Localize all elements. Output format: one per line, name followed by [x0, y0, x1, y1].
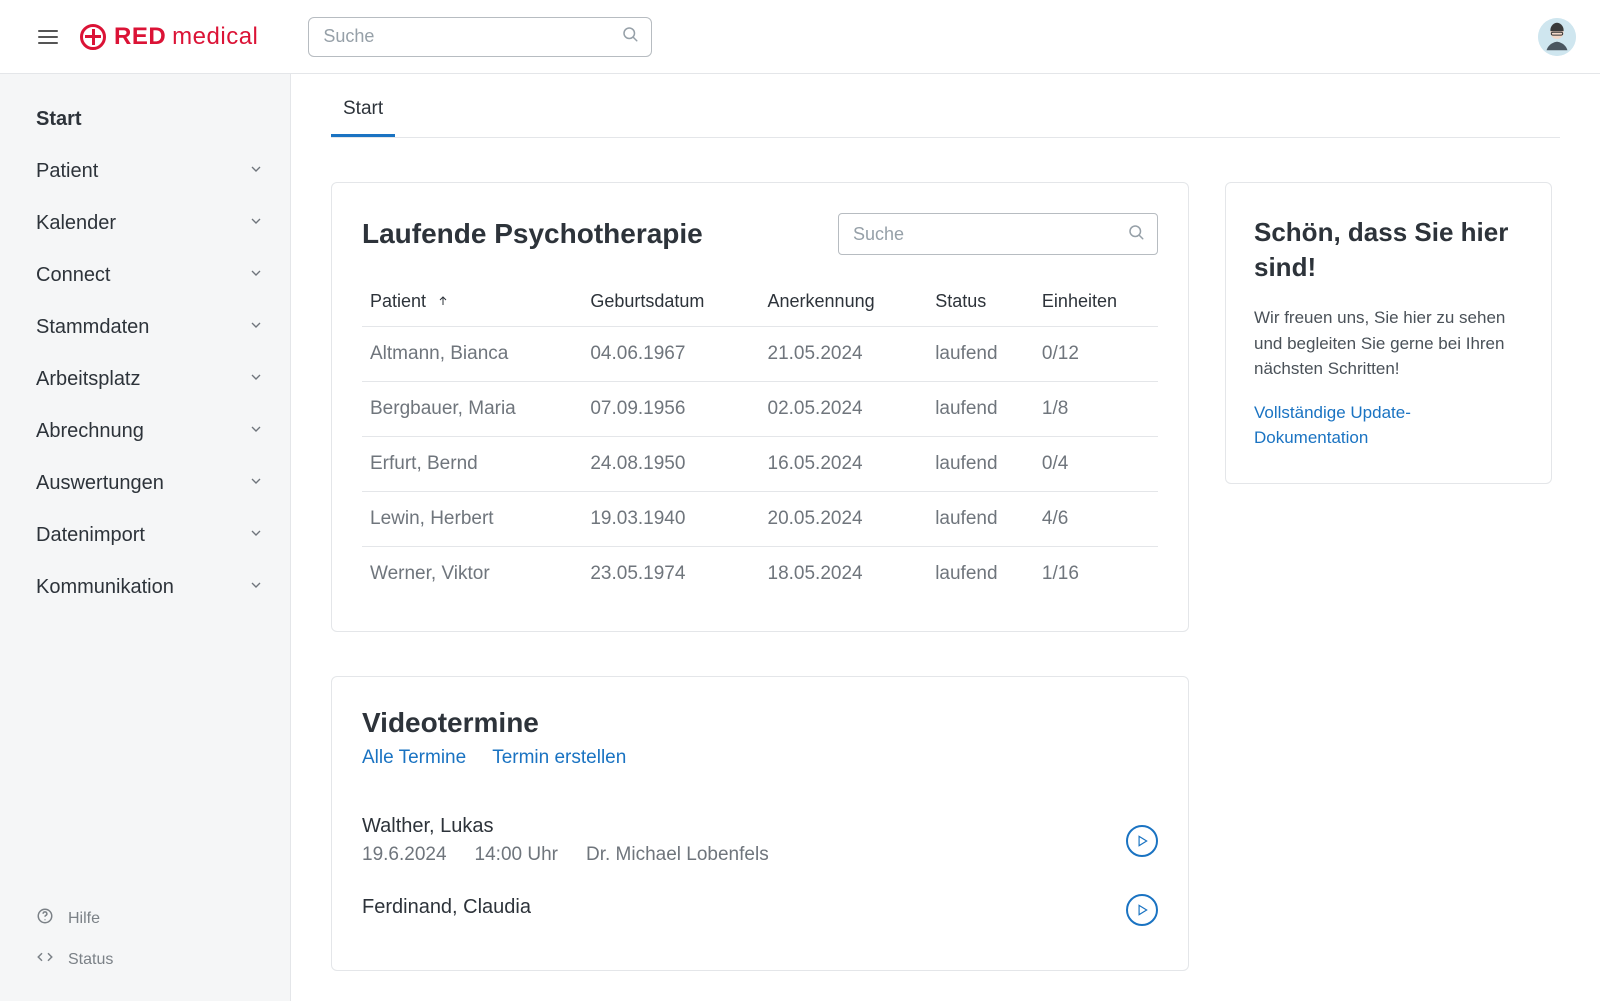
sidebar-item-label: Start [36, 108, 82, 131]
table-row[interactable]: Werner, Viktor 23.05.1974 18.05.2024 lau… [362, 547, 1158, 602]
col-units[interactable]: Einheiten [1034, 277, 1158, 327]
menu-toggle-button[interactable] [32, 24, 64, 50]
col-birth[interactable]: Geburtsdatum [582, 277, 759, 327]
chevron-down-icon [248, 472, 264, 495]
welcome-body: Wir freuen uns, Sie hier zu sehen und be… [1254, 305, 1523, 382]
therapy-table: Patient Geburtsdatum Anerkennung Status … [362, 277, 1158, 601]
brand-mark-icon [80, 24, 106, 50]
therapy-search-input[interactable] [851, 223, 1127, 246]
video-link-create[interactable]: Termin erstellen [492, 747, 626, 769]
sidebar-nav: Start Patient Kalender Connect Stammdate… [0, 74, 291, 1001]
search-icon [621, 25, 639, 48]
sidebar-item-label: Stammdaten [36, 316, 149, 339]
therapy-title: Laufende Psychotherapie [362, 218, 703, 250]
appointment-date: 19.6.2024 [362, 844, 447, 866]
col-patient[interactable]: Patient [362, 277, 582, 327]
video-link-all[interactable]: Alle Termine [362, 747, 466, 769]
global-search[interactable] [308, 17, 652, 57]
tab-start[interactable]: Start [331, 74, 395, 137]
brand-red: RED [114, 23, 166, 51]
chevron-down-icon [248, 576, 264, 599]
tabbar: Start [331, 74, 1560, 138]
sidebar-item-label: Connect [36, 264, 111, 287]
start-video-button[interactable] [1126, 894, 1158, 926]
chevron-down-icon [248, 420, 264, 443]
table-row[interactable]: Erfurt, Bernd 24.08.1950 16.05.2024 lauf… [362, 437, 1158, 492]
brand-medical: medical [172, 23, 258, 51]
welcome-panel: Schön, dass Sie hier sind! Wir freuen un… [1225, 182, 1552, 484]
chevron-down-icon [248, 160, 264, 183]
appointment-name: Walther, Lukas [362, 815, 769, 838]
therapy-card: Laufende Psychotherapie [331, 182, 1189, 632]
appointment-row: Ferdinand, Claudia [362, 880, 1158, 940]
sidebar-status-link[interactable]: Status [36, 948, 254, 971]
search-icon [1127, 223, 1145, 246]
table-row[interactable]: Lewin, Herbert 19.03.1940 20.05.2024 lau… [362, 492, 1158, 547]
sidebar-item-label: Datenimport [36, 524, 145, 547]
sidebar-item-stammdaten[interactable]: Stammdaten [0, 302, 290, 353]
table-row[interactable]: Bergbauer, Maria 07.09.1956 02.05.2024 l… [362, 382, 1158, 437]
appointment-row: Walther, Lukas 19.6.2024 14:00 Uhr Dr. M… [362, 801, 1158, 880]
col-approval[interactable]: Anerkennung [760, 277, 928, 327]
start-video-button[interactable] [1126, 825, 1158, 857]
chevron-down-icon [248, 212, 264, 235]
sidebar-item-start[interactable]: Start [0, 94, 290, 145]
sidebar-help-link[interactable]: Hilfe [36, 907, 254, 930]
appointment-time: 14:00 Uhr [475, 844, 558, 866]
global-search-input[interactable] [321, 25, 621, 48]
sidebar-item-label: Abrechnung [36, 420, 144, 443]
help-label: Hilfe [68, 910, 100, 928]
user-avatar[interactable] [1538, 18, 1576, 56]
therapy-search[interactable] [838, 213, 1158, 255]
sidebar-item-abrechnung[interactable]: Abrechnung [0, 406, 290, 457]
sidebar-item-label: Auswertungen [36, 472, 164, 495]
sidebar-item-kommunikation[interactable]: Kommunikation [0, 562, 290, 613]
sidebar-item-arbeitsplatz[interactable]: Arbeitsplatz [0, 354, 290, 405]
sidebar-item-kalender[interactable]: Kalender [0, 198, 290, 249]
appointment-doctor: Dr. Michael Lobenfels [586, 844, 769, 866]
sidebar-item-auswertungen[interactable]: Auswertungen [0, 458, 290, 509]
welcome-link[interactable]: Vollständige Update-Dokumentation [1254, 403, 1411, 448]
chevron-down-icon [248, 316, 264, 339]
welcome-title: Schön, dass Sie hier sind! [1254, 215, 1523, 285]
sidebar-item-label: Arbeitsplatz [36, 368, 141, 391]
table-row[interactable]: Altmann, Bianca 04.06.1967 21.05.2024 la… [362, 327, 1158, 382]
col-status[interactable]: Status [927, 277, 1034, 327]
video-title: Videotermine [362, 707, 1158, 739]
sidebar-item-datenimport[interactable]: Datenimport [0, 510, 290, 561]
chevron-down-icon [248, 524, 264, 547]
sidebar-item-label: Kalender [36, 212, 116, 235]
status-label: Status [68, 951, 113, 969]
video-card: Videotermine Alle Termine Termin erstell… [331, 676, 1189, 971]
sort-ascending-icon [437, 291, 449, 311]
chevron-down-icon [248, 264, 264, 287]
sidebar-item-label: Kommunikation [36, 576, 174, 599]
code-icon [36, 948, 54, 971]
appointment-name: Ferdinand, Claudia [362, 896, 531, 919]
brand-logo[interactable]: RED medical [80, 23, 258, 51]
sidebar-item-patient[interactable]: Patient [0, 146, 290, 197]
sidebar-item-label: Patient [36, 160, 98, 183]
sidebar-item-connect[interactable]: Connect [0, 250, 290, 301]
chevron-down-icon [248, 368, 264, 391]
help-icon [36, 907, 54, 930]
